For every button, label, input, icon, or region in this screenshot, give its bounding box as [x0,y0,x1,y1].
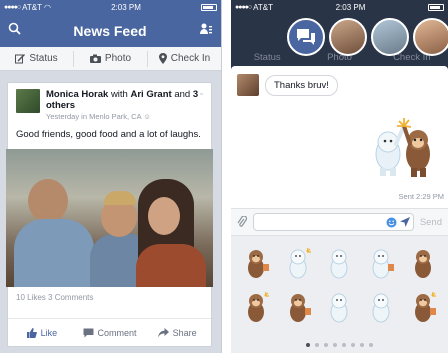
chat-heads [287,18,448,56]
yeti-sticker[interactable] [277,244,319,282]
chat-heads-screen: ●●●●○ AT&T 2:03 PM Status Photo Check In… [231,0,448,353]
location-arrow-icon[interactable] [399,217,410,227]
story-actors: Monica Horak with Ari Grant and 3 others [46,89,203,111]
page-dot[interactable] [360,343,364,347]
battery-icon [201,4,217,11]
camera-icon [89,54,101,63]
tagged-link[interactable]: Ari Grant [130,89,171,100]
friends-audience-icon: ☺ [143,112,151,121]
yeti-bigfoot-high-five-sticker [375,118,430,177]
thumbs-up-icon [26,327,37,338]
avatar[interactable] [16,89,40,113]
screenshot: ●●●●○ AT&T ◠ 2:03 PM News Feed Status Ph… [0,0,448,353]
page-dot[interactable] [306,343,310,347]
story-photo[interactable] [6,149,213,287]
bigfoot-sticker[interactable] [402,288,444,326]
clock: 2:03 PM [335,3,366,12]
author-link[interactable]: Monica Horak [46,89,108,100]
status-button[interactable]: Status [0,50,74,67]
yeti-sticker[interactable] [360,244,402,282]
comment-button[interactable]: Comment [76,328,144,338]
yeti-sticker[interactable] [360,288,402,326]
like-label: Like [40,327,58,338]
signal-icon: ●●●●○ [4,4,21,11]
comment-label: Comment [97,327,137,338]
page-dot[interactable] [369,343,373,347]
share-button[interactable]: Share [143,327,211,338]
incoming-message: Thanks bruv! [231,66,448,104]
search-icon[interactable] [8,22,21,40]
status-edit-icon [15,53,26,63]
photo-label: Photo [104,53,132,64]
message-composer: Send [231,208,448,236]
story-meta: Yesterday in Menlo Park, CA ☺ [46,112,151,121]
page-dot[interactable] [324,343,328,347]
bigfoot-sticker[interactable] [402,244,444,282]
composer-actions: Status Photo Check In [0,47,221,71]
page-dot[interactable] [342,343,346,347]
yeti-sticker[interactable] [319,288,361,326]
chat-head-friend-3[interactable] [413,18,448,56]
battery-icon [427,4,444,11]
sticker-page-indicator[interactable] [231,343,448,347]
messages-icon [297,29,315,45]
and-text: and [174,89,191,100]
status-bar: ●●●●○ AT&T 2:03 PM [231,0,448,15]
share-label: Share [172,327,197,338]
feed-story: ⌄ Monica Horak with Ari Grant and 3 othe… [6,82,213,347]
message-bubble: Thanks bruv! [265,74,338,96]
bigfoot-sticker[interactable] [235,244,277,282]
location-pin-icon [158,53,167,64]
sticker-icon[interactable] [386,217,397,228]
status-bar: ●●●●○ AT&T ◠ 2:03 PM [0,0,221,15]
share-icon [157,327,169,337]
chevron-down-icon[interactable]: ⌄ [198,88,205,97]
like-comment-counts[interactable]: 10 Likes 3 Comments [16,293,93,302]
send-button[interactable]: Send [420,217,442,228]
chat-head-messages[interactable] [287,18,325,56]
like-button[interactable]: Like [8,327,76,338]
sent-timestamp: Sent 2:29 PM [398,192,444,201]
clock: 2:03 PM [111,3,141,12]
top-bar: ●●●●○ AT&T ◠ 2:03 PM News Feed [0,0,221,47]
sticker-tray [231,236,448,353]
page-dot[interactable] [333,343,337,347]
check-in-label: Check In [170,53,211,64]
story-header: Monica Horak with Ari Grant and 3 others… [8,83,211,121]
sticker-grid [231,236,448,326]
carrier-label: AT&T [253,3,273,12]
yeti-sticker[interactable] [319,244,361,282]
status-label: Status [29,53,58,64]
comment-icon [83,328,93,337]
message-input[interactable] [253,213,414,231]
bigfoot-sticker[interactable] [235,288,277,326]
nav-bar: News Feed [0,15,221,47]
with-text: with [110,89,128,100]
avatar[interactable] [237,74,259,96]
story-actions: Like Comment Share [8,318,211,346]
photo-button[interactable]: Photo [74,50,148,67]
page-dot[interactable] [351,343,355,347]
conversation-panel: Thanks bruv! Sent 2:29 PM Send [231,66,448,353]
check-in-button[interactable]: Check In [148,51,221,67]
friend-requests-icon[interactable] [199,22,213,41]
page-title: News Feed [73,23,147,39]
carrier-label: AT&T [22,3,42,12]
news-feed-screen: ●●●●○ AT&T ◠ 2:03 PM News Feed Status Ph… [0,0,222,353]
paperclip-icon[interactable] [237,216,247,228]
bigfoot-sticker[interactable] [277,288,319,326]
page-dot[interactable] [315,343,319,347]
wifi-icon: ◠ [44,3,51,12]
chat-head-friend-2[interactable] [371,18,409,56]
signal-icon: ●●●●○ [235,4,252,11]
story-text: Good friends, good food and a lot of lau… [16,129,201,140]
chat-head-friend-1[interactable] [329,18,367,56]
